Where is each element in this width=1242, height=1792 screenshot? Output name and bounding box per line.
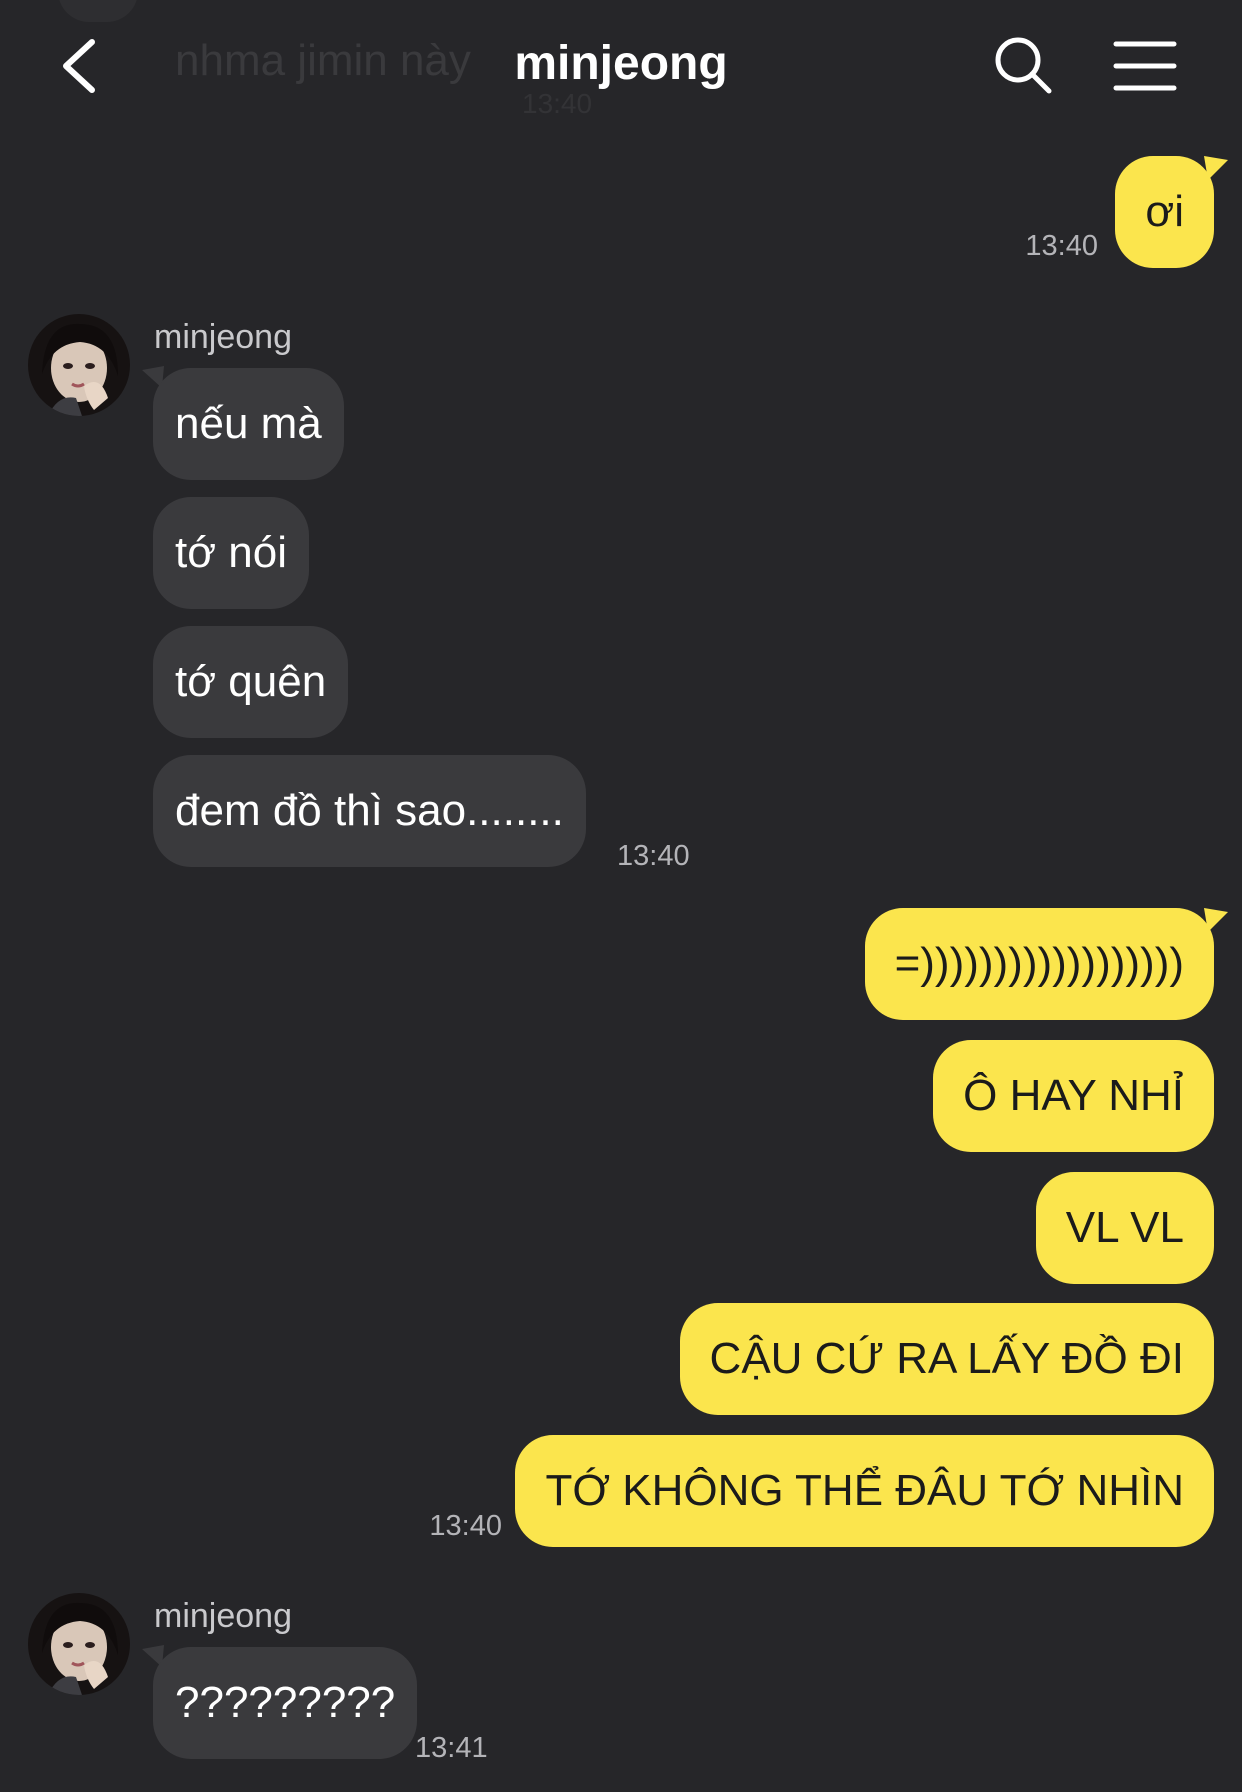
outgoing-message[interactable]: VL VL: [1035, 1172, 1214, 1284]
outgoing-message[interactable]: CẬU CỨ RA LẤY ĐỒ ĐI: [679, 1303, 1214, 1415]
search-icon: [995, 37, 1052, 94]
avatar[interactable]: [28, 1593, 130, 1695]
incoming-message[interactable]: tớ quên: [153, 626, 349, 738]
search-button[interactable]: [992, 34, 1054, 96]
sender-name: minjeong: [154, 318, 292, 356]
sender-name: minjeong: [154, 1597, 292, 1635]
message-time: 13:40: [429, 1510, 502, 1542]
outgoing-message[interactable]: Ô HAY NHỈ: [933, 1040, 1214, 1152]
bubble-tail: [1204, 156, 1228, 180]
message-time: 13:41: [415, 1732, 488, 1764]
incoming-message[interactable]: tớ nói: [153, 497, 310, 609]
incoming-message[interactable]: nếu mà: [153, 368, 344, 480]
menu-button[interactable]: [1112, 38, 1178, 94]
chat-title: minjeong: [514, 37, 728, 90]
chat-header: nhma jimin này 13:40 minjeong: [0, 0, 1242, 130]
faded-previous-time: 13:40: [522, 88, 593, 119]
outgoing-message[interactable]: =)))))))))))))))))): [864, 908, 1214, 1020]
incoming-message[interactable]: đem đồ thì sao........: [153, 755, 586, 867]
avatar[interactable]: [28, 314, 130, 416]
profile-photo: [28, 314, 130, 416]
bubble-tail: [1204, 908, 1228, 932]
message-time: 13:40: [617, 840, 690, 872]
incoming-message[interactable]: ?????????: [153, 1647, 418, 1759]
profile-photo: [28, 1593, 130, 1695]
outgoing-message[interactable]: TỚ KHÔNG THỂ ĐÂU TỚ NHÌN: [515, 1435, 1214, 1547]
message-time: 13:40: [1025, 230, 1098, 262]
faded-previous-avatar: [58, 0, 138, 22]
outgoing-message[interactable]: ơi: [1115, 156, 1214, 268]
hamburger-menu-icon: [1113, 41, 1177, 91]
